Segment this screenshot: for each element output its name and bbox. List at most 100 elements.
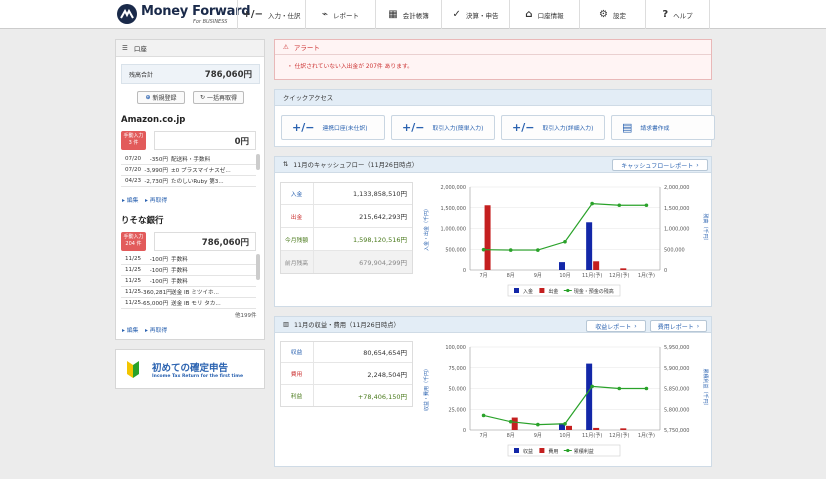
tx-description: たのしいRuby 第3... [171,179,224,185]
transaction-row[interactable]: 11/25 -100円 手数料 [121,254,256,265]
edit-link[interactable]: ▸ 編集 [122,195,138,204]
nav-item-3[interactable]: ✓ 決算・申告 [441,0,509,29]
refresh-icon: ↻ [199,94,205,101]
transaction-row[interactable]: 07/20 -350円 配送料・手数料 [121,154,256,165]
revenue-report-button[interactable]: 収益レポート › [586,320,646,332]
tx-date: 11/25 [125,300,142,306]
nav-icon: ⚙ [599,9,608,20]
x-tick-label: 7月 [479,433,487,439]
quick-access-3[interactable]: ▤ 請求書作成 [611,115,715,140]
tx-description: 手数料 [171,268,188,274]
y-axis-label: 収益・費用（千円） [423,366,430,411]
expense-report-button[interactable]: 費用レポート › [650,320,707,332]
line-point [481,413,486,418]
legend-swatch [539,448,545,453]
legend-label: 入金 [523,288,533,295]
legend-label: 費用 [548,448,558,455]
total-label: 残高合計 [129,71,154,79]
cashflow-title: 11月のキャッシュフロー（11月26日時点） [293,162,419,169]
bar-費用 [620,428,627,430]
bar-chart-icon: ▥ [283,321,289,328]
beginner-mark-icon [127,361,139,378]
tx-amount: -3,990円 [144,168,168,174]
y-tick-label: 50,000 [449,387,467,393]
quick-access-2[interactable]: +/− 取引入力(詳細入力) [501,115,605,140]
list-icon: ☰ [122,44,128,52]
quick-access-0[interactable]: +/− 連携口座(未仕訳) [281,115,385,140]
tx-date: 07/20 [125,167,142,173]
y2-axis-label: 残高（千円） [702,213,709,243]
nav-item-4[interactable]: ⌂ 口座情報 [509,0,579,29]
bar-収益 [586,363,593,430]
account-balance: 786,060円 [154,232,256,251]
line-point [590,201,594,206]
logo-text: Money Forward [141,4,251,19]
tx-date: 11/25 [125,267,142,273]
banner-title: 初めての確定申告 [152,363,229,374]
tx-description: 送金 IB モリ タカ... [171,301,221,307]
nav-item-1[interactable]: ⌁ レポート [305,0,375,29]
line-point [644,203,649,208]
cashflow-panel: ⇅ 11月のキャッシュフロー（11月26日時点） キャッシュフローレポート › 入… [274,156,712,307]
transaction-row[interactable]: 11/25 -65,000円 送金 IB モリ タカ... [121,298,256,309]
refetch-link[interactable]: ▸ 再取得 [145,325,167,334]
quick-access-1[interactable]: +/− 取引入力(簡単入力) [391,115,495,140]
nav-item-0[interactable]: +/− 入力・仕訳 [237,0,305,29]
y2-tick-label: 1,500,000 [664,206,689,212]
tx-amount: -100円 [149,279,168,285]
nav-icon: ⌂ [525,9,533,20]
chevron-right-icon: › [696,322,700,330]
manual-count-badge: 手動入力 204 件 [121,232,146,251]
legend-swatch [514,448,519,453]
x-tick-label: 8月 [507,433,515,439]
account-name[interactable]: りそな銀行 [121,214,164,226]
refresh-all-button[interactable]: ↻ 一括再取得 [193,91,244,104]
x-tick-label: 9月 [534,273,542,279]
logo-subtext: For BUSINESS [193,19,228,25]
y-tick-label: 1,500,000 [441,206,466,212]
new-account-button[interactable]: ⊕ 新規登録 [137,91,185,104]
alert-panel: ⚠ アラート ・ 仕訳されていない入出金が 207件 あります。 [274,39,712,80]
transaction-scrollbar[interactable] [256,154,260,170]
nav-label: 設定 [612,11,626,20]
bar-入金 [586,222,593,270]
refetch-link[interactable]: ▸ 再取得 [145,195,167,204]
y2-tick-label: 5,800,000 [664,407,689,413]
transaction-scrollbar[interactable] [256,254,260,280]
cashflow-report-button[interactable]: キャッシュフローレポート › [612,159,708,171]
y2-tick-label: 5,950,000 [664,345,689,351]
nav-item-2[interactable]: ▦ 会計帳簿 [375,0,441,29]
transaction-row[interactable]: 04/23 -2,730円 たのしいRuby 第3... [121,176,256,187]
line-point [617,386,622,391]
x-tick-label: 11月(予) [582,432,602,439]
transaction-row[interactable]: 11/25 -100円 手数料 [121,265,256,276]
tx-description: 手数料 [171,257,188,263]
tx-description: 手数料 [171,279,188,285]
refetch-label: 再取得 [149,198,168,204]
tx-date: 11/25 [125,256,142,262]
edit-link[interactable]: ▸ 編集 [122,325,138,334]
quick-access-label: 取引入力(詳細入力) [542,126,594,132]
tx-description: 送金 IB ミツイホ... [171,290,219,296]
alert-message[interactable]: ・ 仕訳されていない入出金が 207件 あります。 [275,55,711,70]
total-balance: 残高合計 786,060円 [121,64,260,84]
refetch-label: 再取得 [149,328,168,334]
money-forward-logo[interactable]: Money Forward For BUSINESS [117,3,251,27]
nav-label: 口座情報 [537,11,564,20]
nav-item-5[interactable]: ⚙ 設定 [579,0,645,29]
nav-item-6[interactable]: ? ヘルプ [645,0,710,29]
legend-swatch [539,288,545,293]
main-nav: +/− 入力・仕訳 ⌁ レポート ▦ 会計帳簿 ✓ 決算・申告 ⌂ 口座情報 ⚙ 設定 ? ヘルプ [237,0,710,29]
nav-label: 決算・申告 [465,11,499,20]
account-name[interactable]: Amazon.co.jp [121,115,185,125]
bar-費用 [511,417,518,430]
first-tax-return-banner[interactable]: 初めての確定申告 Income Tax Return for the first… [115,349,265,389]
x-tick-label: 9月 [534,433,542,439]
transaction-row[interactable]: 11/25 -360,281円 送金 IB ミツイホ... [121,287,256,298]
transaction-row[interactable]: 11/25 -100円 手数料 [121,276,256,287]
nav-label: レポート [333,11,360,20]
line-point [617,203,622,208]
nav-icon: ⌁ [321,9,329,20]
quick-access-icon: +/− [292,121,315,134]
transaction-row[interactable]: 07/20 -3,990円 ±0 プラスマイナスゼ... [121,165,256,176]
